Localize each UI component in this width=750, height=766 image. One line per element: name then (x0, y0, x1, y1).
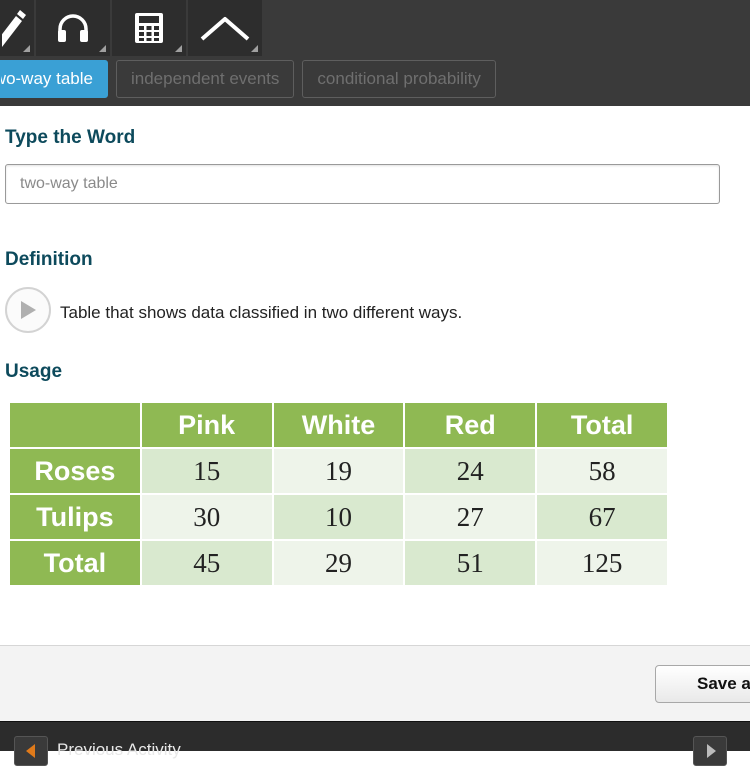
table-cell: 24 (403, 447, 538, 495)
column-header-total: Total (535, 401, 669, 449)
tab-label: two-way table (1, 69, 93, 88)
dropdown-corner-icon (251, 45, 258, 52)
math-tool-button[interactable] (188, 0, 264, 56)
usage-heading: Usage (5, 361, 63, 382)
calculator-icon (135, 13, 163, 43)
top-toolbar: two-way table independent events conditi… (0, 0, 750, 106)
row-header-tulips: Tulips (8, 493, 142, 541)
save-button[interactable]: Save a (655, 665, 750, 703)
tab-independent-events[interactable]: independent events (116, 60, 295, 98)
previous-activity-button[interactable] (14, 736, 48, 766)
tab-two-way-table[interactable]: two-way table (0, 60, 108, 98)
table-cell: 58 (535, 447, 669, 495)
table-row: Tulips 30 10 27 67 (8, 493, 669, 541)
table-cell: 29 (271, 539, 406, 587)
calculator-tool-button[interactable] (112, 0, 188, 56)
play-icon (21, 301, 36, 319)
table-header-row: Pink White Red Total (8, 401, 669, 449)
table-cell: 19 (271, 447, 406, 495)
tab-label: independent events (131, 69, 280, 88)
column-header-pink: Pink (139, 401, 274, 449)
row-header-roses: Roses (8, 447, 142, 495)
definition-text: Table that shows data classified in two … (60, 303, 463, 322)
dropdown-corner-icon (23, 45, 30, 52)
dropdown-corner-icon (175, 45, 182, 52)
table-cell: 15 (139, 447, 274, 495)
table-row: Roses 15 19 24 58 (8, 447, 669, 495)
activity-nav-bar: Previous Activity (0, 721, 750, 766)
tab-conditional-probability[interactable]: conditional probability (302, 60, 496, 98)
table-cell: 45 (139, 539, 274, 587)
action-footer (0, 645, 750, 724)
table-cell: 27 (403, 493, 538, 541)
column-header-white: White (271, 401, 406, 449)
definition-heading: Definition (5, 249, 93, 270)
dropdown-corner-icon (99, 45, 106, 52)
play-audio-button[interactable] (5, 287, 51, 333)
table-cell: 10 (271, 493, 406, 541)
table-row: Total 45 29 51 125 (8, 539, 669, 587)
type-word-heading: Type the Word (5, 127, 136, 148)
table-cell: 30 (139, 493, 274, 541)
pencil-icon (2, 10, 26, 47)
headphones-icon (58, 14, 88, 42)
table-corner-cell (8, 401, 142, 449)
row-header-total: Total (8, 539, 142, 587)
next-activity-button[interactable] (693, 736, 727, 766)
usage-table: Pink White Red Total Roses 15 19 24 58 T… (8, 401, 669, 587)
previous-activity-label[interactable]: Previous Activity (57, 740, 181, 760)
pencil-tool-button[interactable] (0, 0, 36, 56)
table-cell: 125 (535, 539, 669, 587)
audio-tool-button[interactable] (36, 0, 112, 56)
table-cell: 51 (403, 539, 538, 587)
table-cell: 67 (535, 493, 669, 541)
column-header-red: Red (403, 401, 538, 449)
tab-label: conditional probability (317, 69, 481, 88)
caret-up-icon (200, 17, 250, 41)
word-input[interactable] (5, 164, 720, 204)
vocabulary-tabs: two-way table independent events conditi… (0, 60, 496, 98)
tool-group (0, 0, 264, 56)
